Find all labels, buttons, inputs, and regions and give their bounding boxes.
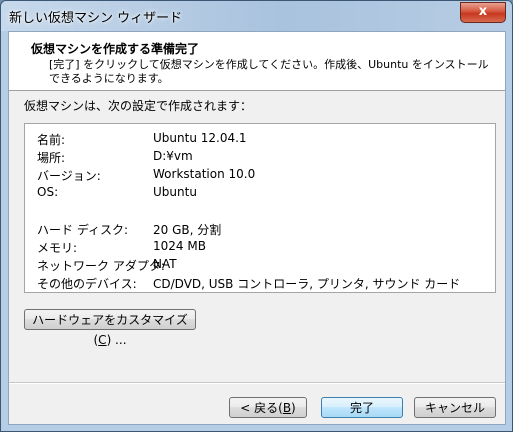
intro-text: 仮想マシンは、次の設定で作成されます： — [24, 99, 253, 113]
summary-label: ハード ディスク: — [37, 223, 129, 237]
page-title: 仮想マシンを作成する準備完了 — [31, 42, 200, 56]
summary-value: Workstation 10.0 — [153, 167, 256, 181]
back-suffix: ) — [291, 401, 296, 415]
summary-label: ネットワーク アダプタ: — [37, 259, 165, 273]
back-button[interactable]: < 戻る(B) — [229, 397, 307, 418]
summary-label: 名前: — [37, 133, 66, 147]
summary-value: D:¥vm — [153, 149, 193, 163]
customize-hardware-button[interactable]: ハードウェアをカスタマイズ(C) ... — [24, 309, 196, 347]
summary-value: 1024 MB — [153, 239, 206, 253]
summary-label: OS: — [37, 185, 59, 199]
back-label: < 戻る( — [240, 401, 283, 415]
cancel-label: キャンセル — [424, 401, 485, 415]
cancel-button[interactable]: キャンセル — [414, 397, 496, 418]
title-bar[interactable]: 新しい仮想マシン ウィザード x — [1, 1, 512, 31]
settings-summary: 名前: Ubuntu 12.04.1 場所: D:¥vm バージョン: Work… — [24, 123, 496, 293]
footer-separator — [9, 382, 505, 384]
wizard-body: 仮想マシンを作成する準備完了 [完了] をクリックして仮想マシンを作成してくださ… — [8, 31, 506, 425]
finish-button[interactable]: 完了 — [321, 397, 403, 418]
customize-accesskey: C — [98, 333, 107, 347]
close-icon: x — [478, 4, 488, 19]
wizard-window: 新しい仮想マシン ウィザード x 仮想マシンを作成する準備完了 [完了] をクリ… — [0, 0, 513, 432]
back-accesskey: B — [282, 401, 292, 415]
summary-label: その他のデバイス: — [37, 277, 137, 291]
header-panel: 仮想マシンを作成する準備完了 [完了] をクリックして仮想マシンを作成してくださ… — [9, 32, 505, 91]
summary-label: メモリ: — [37, 241, 78, 255]
summary-label: 場所: — [37, 151, 66, 165]
close-button[interactable]: x — [460, 2, 506, 23]
page-description: [完了] をクリックして仮想マシンを作成してください。作成後、Ubuntu をイ… — [49, 58, 489, 85]
summary-value: CD/DVD, USB コントローラ, プリンタ, サウンド カード — [153, 277, 461, 291]
customize-suffix: ) ... — [106, 333, 127, 347]
window-title: 新しい仮想マシン ウィザード — [9, 11, 183, 26]
summary-value: 20 GB, 分割 — [153, 223, 222, 237]
summary-value: NAT — [153, 257, 177, 271]
summary-value: Ubuntu — [153, 185, 197, 199]
summary-value: Ubuntu 12.04.1 — [153, 131, 247, 145]
summary-label: バージョン: — [37, 169, 101, 183]
finish-label: 完了 — [349, 401, 374, 415]
